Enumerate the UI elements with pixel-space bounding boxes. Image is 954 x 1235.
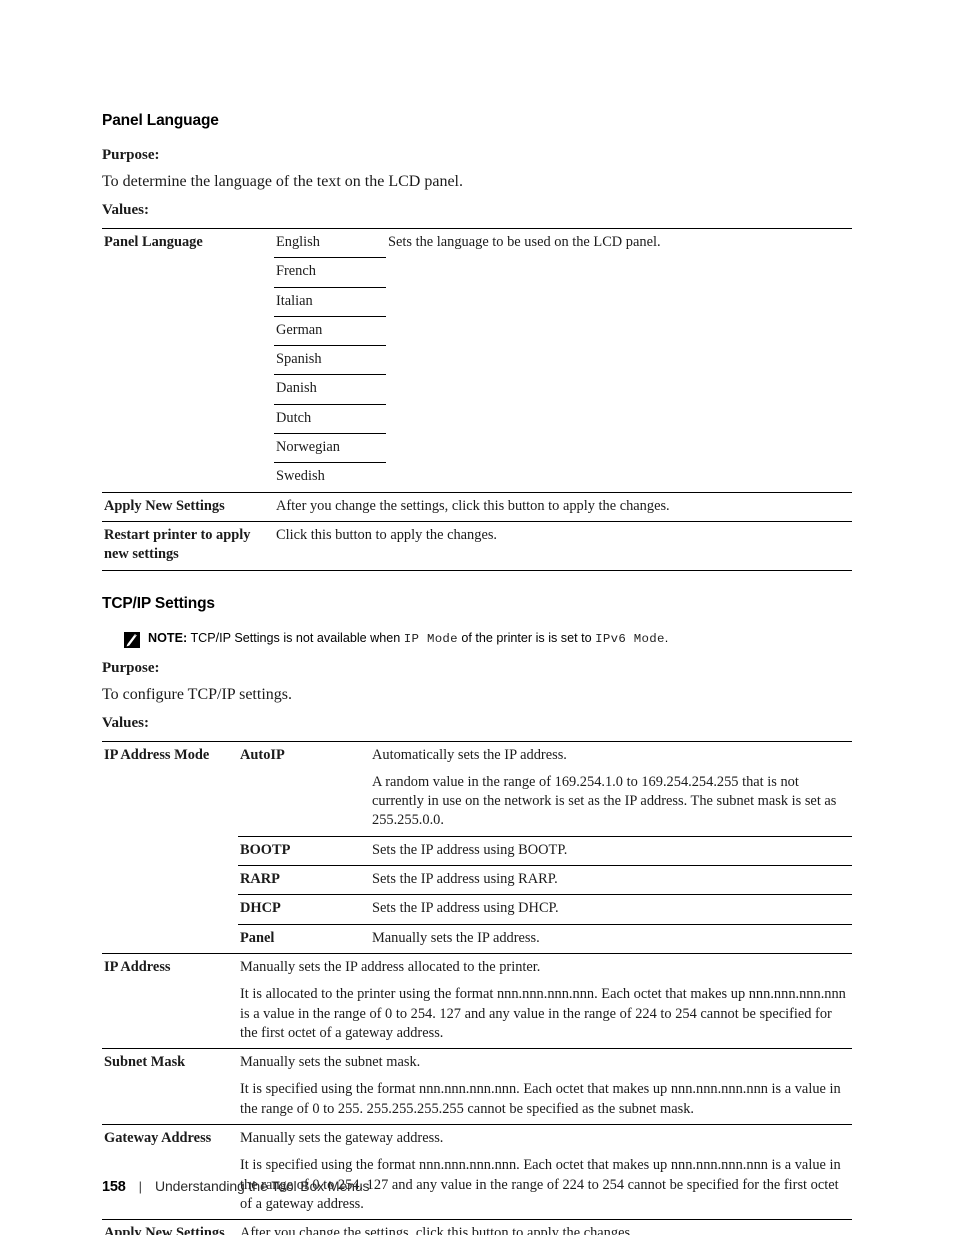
row-label-restart-printer[interactable]: Restart printer to apply new settings	[102, 521, 274, 571]
ip-mode-option-rarp[interactable]: RARP	[238, 865, 370, 896]
purpose-label-tcpip: Purpose:	[102, 659, 160, 676]
note-text: NOTE: TCP/IP Settings is not available w…	[148, 630, 668, 648]
ip-mode-description-panel: Manually sets the IP address.	[372, 929, 540, 946]
language-option-danish[interactable]: Danish	[274, 374, 386, 405]
ip-mode-option-dhcp[interactable]: DHCP	[238, 894, 370, 925]
language-option-german[interactable]: German	[274, 316, 386, 347]
language-option-dutch[interactable]: Dutch	[274, 404, 386, 435]
desc-paragraph: It is specified using the format nnn.nnn…	[240, 1081, 841, 1117]
table-row: IP Address Manually sets the IP address …	[102, 952, 852, 1050]
document-page: Panel Language Purpose: To determine the…	[0, 0, 954, 1235]
language-option-spanish[interactable]: Spanish	[274, 345, 386, 376]
restart-printer-description: Click this button to apply the changes.	[274, 521, 852, 571]
language-option-swedish[interactable]: Swedish	[274, 463, 386, 492]
table-row: Panel Language English Sets the language…	[102, 227, 852, 493]
language-option-french[interactable]: French	[274, 257, 386, 288]
table-row: IP Address Mode AutoIP Automatically set…	[102, 740, 852, 954]
desc-paragraph: A random value in the range of 169.254.1…	[372, 773, 837, 829]
subnet-mask-description: Manually sets the subnet mask. It is spe…	[238, 1048, 852, 1126]
page-footer: 158 | Understanding the Tool Box Menus	[102, 1178, 370, 1195]
ip-mode-option-bootp[interactable]: BOOTP	[238, 836, 370, 867]
values-label: Values:	[102, 202, 149, 218]
section-heading-tcpip: TCP/IP Settings	[102, 594, 215, 612]
purpose-text-tcpip: To configure TCP/IP settings.	[102, 685, 292, 703]
ip-mode-description-autoip: Automatically sets the IP address. A ran…	[370, 740, 852, 837]
panel-language-table: Panel Language English Sets the language…	[102, 227, 852, 571]
desc-paragraph: Automatically sets the IP address.	[372, 746, 567, 763]
apply-new-settings-description-tcpip: After you change the settings, click thi…	[238, 1219, 852, 1235]
note-text-part3: .	[664, 630, 669, 645]
table-row: Apply New Settings After you change the …	[102, 491, 852, 522]
table-row: Subnet Mask Manually sets the subnet mas…	[102, 1048, 852, 1126]
ip-mode-description-dhcp: Sets the IP address using DHCP.	[370, 894, 852, 925]
row-label-subnet-mask: Subnet Mask	[102, 1048, 238, 1126]
tcpip-settings-table: IP Address Mode AutoIP Automatically set…	[102, 740, 852, 1235]
row-label-panel-language: Panel Language	[102, 228, 274, 493]
desc-paragraph: Manually sets the IP address allocated t…	[240, 958, 541, 975]
page-title: Panel Language	[102, 112, 219, 129]
note-label: NOTE:	[148, 630, 188, 645]
ip-mode-description-rarp: Sets the IP address using RARP.	[370, 865, 852, 896]
row-label-apply-new-settings[interactable]: Apply New Settings	[102, 491, 274, 522]
ip-mode-option-panel[interactable]: Panel	[238, 924, 370, 953]
desc-paragraph: Manually sets the gateway address.	[240, 1130, 444, 1147]
note-text-part2: of the printer is is set to	[461, 630, 592, 645]
table-row: Gateway Address Manually sets the gatewa…	[102, 1124, 852, 1221]
language-description: Sets the language to be used on the LCD …	[386, 228, 852, 493]
language-option-norwegian[interactable]: Norwegian	[274, 433, 386, 464]
note-mono-ipv6-mode: IPv6 Mode	[595, 631, 665, 646]
note-text-part1: TCP/IP Settings is not available when	[190, 630, 401, 645]
ip-mode-option-autoip[interactable]: AutoIP	[238, 740, 370, 837]
footer-title: Understanding the Tool Box Menus	[154, 1178, 370, 1194]
desc-paragraph: Manually sets the subnet mask.	[240, 1054, 421, 1071]
table-row: Restart printer to apply new settings Cl…	[102, 521, 852, 571]
row-label-ip-address: IP Address	[102, 952, 238, 1050]
ip-mode-description-bootp: Sets the IP address using BOOTP.	[370, 836, 852, 867]
row-label-apply-new-settings-tcpip[interactable]: Apply New Settings	[102, 1219, 238, 1235]
language-option-english[interactable]: English	[274, 227, 386, 259]
page-content: Panel Language Purpose: To determine the…	[102, 112, 852, 1235]
ip-address-description: Manually sets the IP address allocated t…	[238, 952, 852, 1050]
note-mono-ip-mode: IP Mode	[403, 631, 458, 646]
note-callout: NOTE: TCP/IP Settings is not available w…	[102, 630, 852, 648]
gateway-address-description: Manually sets the gateway address. It is…	[238, 1124, 852, 1221]
footer-page-number: 158	[102, 1179, 126, 1195]
apply-new-settings-description: After you change the settings, click thi…	[274, 491, 852, 522]
purpose-label: Purpose:	[102, 147, 160, 163]
row-label-gateway-address: Gateway Address	[102, 1124, 238, 1221]
table-row: Apply New Settings After you change the …	[102, 1219, 852, 1235]
values-label-tcpip: Values:	[102, 714, 149, 731]
row-label-ip-address-mode: IP Address Mode	[102, 740, 238, 954]
desc-paragraph: It is allocated to the printer using the…	[240, 986, 846, 1041]
language-option-italian[interactable]: Italian	[274, 287, 386, 317]
footer-separator: |	[138, 1179, 142, 1194]
purpose-text: To determine the language of the text on…	[102, 173, 463, 190]
note-pencil-icon	[124, 631, 140, 648]
